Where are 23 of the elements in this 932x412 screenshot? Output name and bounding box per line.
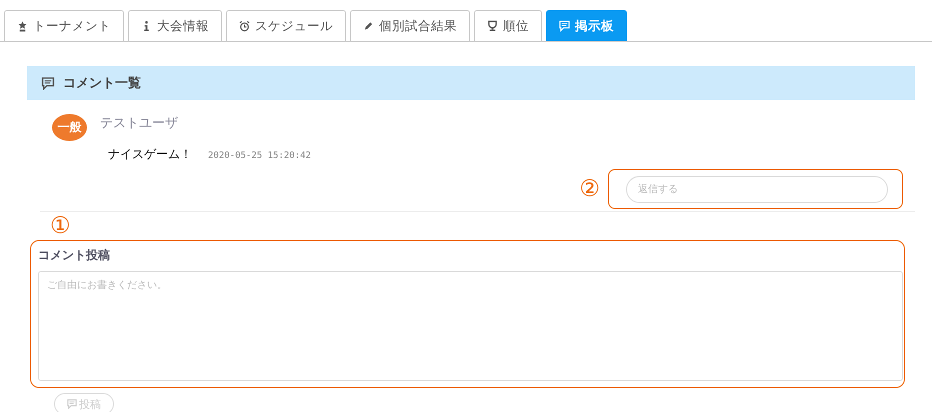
field-label: コメント投稿	[38, 247, 111, 264]
tab[interactable]: トーナメント	[4, 10, 124, 41]
medal-icon	[17, 20, 28, 32]
pencil-icon	[363, 20, 374, 32]
user-name: テストユーザ	[100, 115, 178, 131]
timestamp: 2020-05-25 15:20:42	[208, 151, 311, 161]
clock-icon	[239, 20, 250, 32]
reply-field[interactable]: 返信する	[626, 176, 888, 203]
tab[interactable]: 大会情報	[128, 10, 222, 41]
panel-title: コメント一覧	[63, 75, 141, 92]
info-icon	[141, 20, 152, 32]
comment-icon	[67, 399, 77, 409]
comment-icon	[559, 20, 570, 32]
tab[interactable]: 個別試合結果	[350, 10, 470, 41]
user-badge: 一般	[52, 114, 87, 141]
trophy-icon	[487, 20, 498, 32]
annotation-number: ②	[579, 175, 600, 203]
tab[interactable]: 順位	[474, 10, 542, 41]
comment-field[interactable]: ご自由にお書きください。	[38, 271, 903, 381]
tab[interactable]: スケジュール	[226, 10, 346, 41]
comment-icon	[41, 76, 55, 90]
comment-text: ナイスゲーム！	[108, 146, 192, 163]
annotation-number: ①	[50, 213, 71, 239]
